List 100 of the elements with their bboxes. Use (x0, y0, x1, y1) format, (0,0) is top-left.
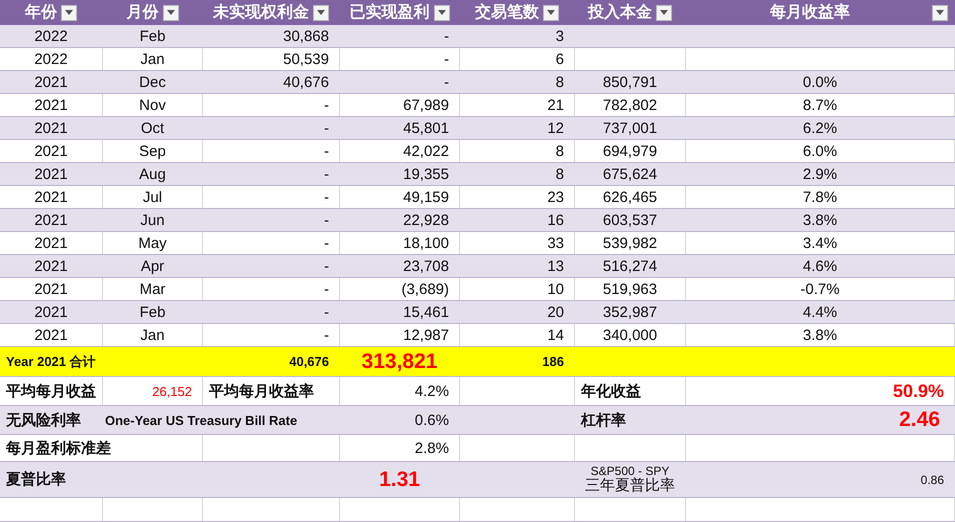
table-cell: S&P500 - SPY (590, 464, 670, 478)
table-cell: Aug (139, 166, 166, 182)
table-cell: 186 (542, 354, 564, 369)
dropdown-arrow-icon (65, 10, 73, 15)
table-cell: 40,676 (283, 74, 329, 90)
table-cell: - (444, 28, 449, 44)
table-cell: Mar (140, 280, 166, 298)
filter-dropdown-button[interactable] (932, 4, 948, 20)
table-cell: - (324, 212, 329, 228)
table-cell: Nov (139, 96, 166, 114)
table-cell: 6 (556, 50, 564, 68)
table-cell: 0.0% (802, 74, 838, 90)
table-cell: 26,152 (152, 384, 192, 398)
table-cell: 三年夏普比率 (585, 478, 675, 494)
table-cell: 12 (547, 120, 564, 136)
table-cell: 50,539 (283, 50, 329, 68)
table-cell: 737,001 (602, 120, 658, 136)
table-cell: - (324, 234, 329, 252)
filter-dropdown-button[interactable] (162, 4, 178, 20)
table-cell: 49,159 (403, 188, 449, 206)
table-cell: 675,624 (602, 166, 658, 182)
table-cell: 3 (556, 28, 564, 44)
dropdown-arrow-icon (438, 10, 446, 15)
filter-dropdown-button[interactable] (61, 4, 77, 20)
table-cell: 15,461 (403, 304, 449, 320)
column-header: 年份 (25, 2, 57, 23)
table-cell: 12,987 (403, 326, 449, 344)
table-cell: One-Year US Treasury Bill Rate (105, 412, 298, 428)
table-cell: May (138, 234, 167, 252)
column-header: 月份 (126, 3, 158, 23)
table-cell: 67,989 (403, 96, 449, 114)
table-cell: - (444, 50, 449, 68)
table-cell: 782,802 (602, 96, 658, 114)
table-cell: 2.9% (802, 166, 838, 182)
filter-dropdown-button[interactable] (543, 4, 559, 20)
table-cell: 2021 (34, 120, 68, 136)
dropdown-arrow-icon (936, 10, 944, 15)
table-cell: 每月盈利标准差 (6, 438, 111, 458)
table-cell: 16 (547, 212, 564, 228)
table-cell: 18,100 (403, 234, 449, 252)
table-cell: 2021 (34, 188, 68, 206)
table-cell: 2021 (34, 234, 68, 252)
table-cell: Sep (139, 142, 166, 160)
table-cell: 夏普比率 (6, 470, 66, 489)
table-cell: 694,979 (602, 142, 658, 160)
table-cell: - (324, 142, 329, 160)
table-cell: 539,982 (602, 234, 658, 252)
table-cell: 13 (547, 258, 564, 274)
table-cell: 2021 (34, 212, 68, 228)
table-cell: 2021 (34, 166, 68, 182)
table-cell: Jan (140, 326, 165, 344)
table-cell: 21 (547, 96, 564, 114)
dropdown-arrow-icon (166, 10, 174, 15)
table-cell: 无风险利率 (6, 410, 81, 430)
table-cell: 2021 (34, 96, 68, 114)
table-cell: Jul (142, 188, 162, 206)
table-cell: 6.2% (802, 120, 838, 136)
dropdown-arrow-icon (317, 10, 325, 15)
table-cell: - (324, 304, 329, 320)
table-cell: 8 (556, 74, 564, 90)
table-cell: - (324, 188, 329, 206)
table-cell: 3.8% (802, 212, 838, 228)
table-cell: 0.6% (414, 412, 449, 428)
dropdown-arrow-icon (660, 10, 668, 15)
table-cell: 23,708 (403, 258, 449, 274)
table-cell: 2022 (34, 28, 68, 44)
table-cell: 516,274 (602, 258, 658, 274)
table-cell: - (324, 280, 329, 298)
table-cell: Feb (140, 28, 166, 44)
table-cell: Oct (140, 120, 164, 136)
column-header: 交易笔数 (475, 2, 539, 23)
table-cell: - (324, 258, 329, 274)
table-cell: 2.8% (414, 440, 449, 456)
table-cell: 4.2% (414, 382, 449, 400)
column-header: 投入本金 (588, 2, 652, 23)
table-cell: 6.0% (802, 142, 838, 160)
table-cell: 33 (547, 234, 564, 252)
table-cell: - (444, 74, 449, 90)
table-cell: 杠杆率 (581, 410, 626, 430)
table-cell: 2021 (34, 280, 68, 298)
table-cell: 14 (547, 326, 564, 344)
table-cell: 2.46 (899, 408, 940, 432)
table-cell: 8.7% (802, 96, 838, 114)
table-cell: 850,791 (602, 74, 658, 90)
table-cell: 平均每月收益率 (209, 382, 314, 400)
table-cell: Jan (140, 50, 165, 68)
table-cell: 50.9% (892, 380, 944, 402)
filter-dropdown-button[interactable] (313, 4, 329, 20)
table-cell: 平均每月收益 (6, 382, 96, 400)
table-cell: 19,355 (403, 166, 449, 182)
table-cell: 603,537 (602, 212, 658, 228)
table-cell: 313,821 (362, 350, 438, 374)
table-cell: 2021 (34, 258, 68, 274)
filter-dropdown-button[interactable] (434, 4, 450, 20)
table-cell: 20 (547, 304, 564, 320)
table-cell: Feb (140, 304, 166, 320)
table-cell: Jun (140, 212, 165, 228)
column-header: 未实现权利金 (213, 2, 309, 23)
filter-dropdown-button[interactable] (656, 4, 672, 20)
table-cell: 626,465 (602, 188, 658, 206)
